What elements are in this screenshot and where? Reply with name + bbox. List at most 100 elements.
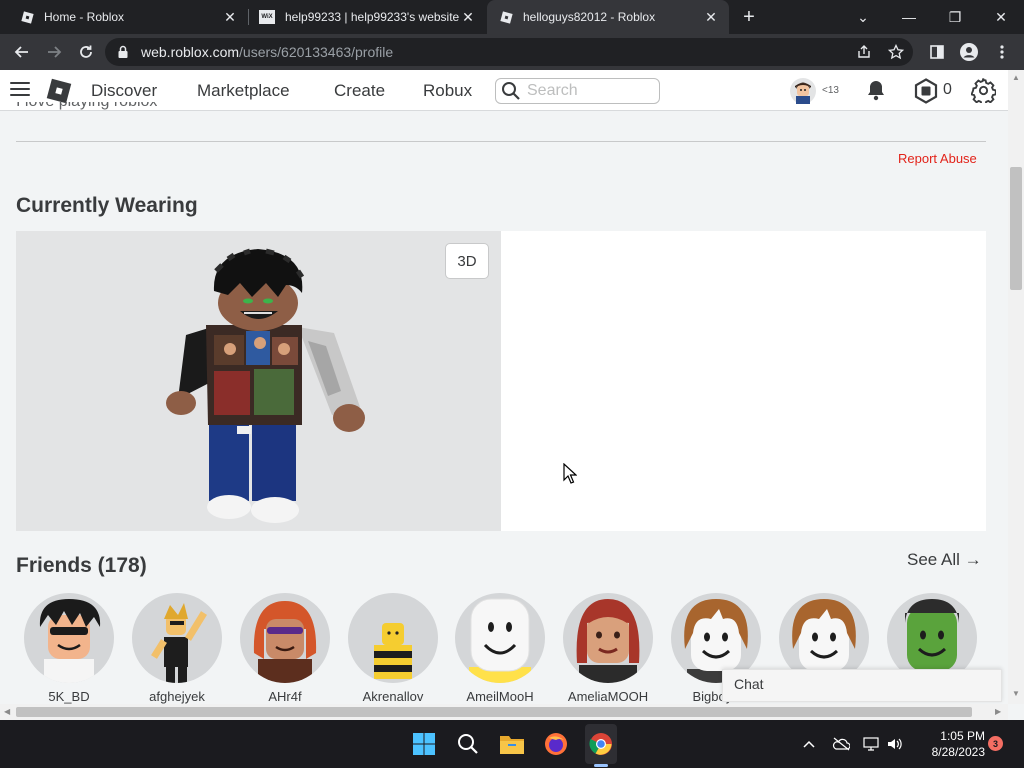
profile-status-text-partial: I love playing roblox [16,102,157,111]
minimize-button[interactable]: — [886,0,932,34]
friend-avatar [348,593,438,683]
windows-start-icon[interactable] [410,730,438,758]
profile-icon[interactable] [959,42,979,62]
friend-name: 5K_BD [48,689,90,704]
close-window-button[interactable]: ✕ [978,0,1024,34]
tab-title: helloguys82012 - Roblox [523,10,656,24]
nav-marketplace[interactable]: Marketplace [197,81,290,101]
taskbar-clock[interactable]: 1:05 PM 8/28/2023 [915,728,985,760]
search-box[interactable] [495,78,660,104]
horizontal-scroll-thumb[interactable] [16,707,972,717]
browser-toolbar: web.roblox.com/users/620133463/profile [0,34,1024,70]
new-tab-button[interactable]: + [737,5,761,29]
clock-time: 1:05 PM [940,729,985,743]
restore-button[interactable]: ❐ [932,0,978,34]
tab-close-icon[interactable]: ✕ [460,9,476,25]
file-explorer-icon[interactable] [498,730,526,758]
friend-name: AmeilMooH [466,689,534,704]
page-viewport: Discover Marketplace Create Robux <13 0 … [0,70,1024,720]
currently-wearing-panel: 3D [16,231,986,531]
avatar-render-pane[interactable]: 3D [16,231,501,531]
avatar-3d-figure [166,248,365,523]
tab-title: Home - Roblox [44,10,125,24]
friend-card[interactable]: 5K_BD [15,593,123,704]
wix-favicon-icon: WiX [259,10,275,24]
robux-icon[interactable] [913,78,939,104]
friend-card[interactable]: Akrenallov [339,593,447,704]
show-hidden-icons-chevron-icon[interactable] [800,735,818,753]
nav-discover[interactable]: Discover [91,81,157,101]
vertical-scroll-thumb[interactable] [1010,167,1022,290]
address-url: web.roblox.com/users/620133463/profile [141,44,394,60]
nav-create[interactable]: Create [334,81,385,101]
friend-card[interactable]: AHr4f [231,593,339,704]
vertical-scrollbar[interactable] [1008,70,1024,704]
tab-home-roblox[interactable]: Home - Roblox ✕ [0,0,248,34]
active-app-indicator [594,764,608,767]
friend-avatar [24,593,114,683]
friend-name: afghejyek [149,689,205,704]
friend-card[interactable]: AmeilMooH [446,593,554,704]
back-button[interactable] [10,40,34,64]
notification-bell-icon[interactable] [864,78,888,102]
friend-avatar [455,593,545,683]
notification-count-badge[interactable]: 3 [988,736,1003,751]
windows-taskbar: 1:05 PM 8/28/2023 3 [0,720,1024,768]
tab-close-icon[interactable]: ✕ [222,9,238,25]
roblox-favicon-icon [499,10,513,24]
friend-avatar [563,593,653,683]
back-arrow-icon [14,46,28,58]
age-bracket-label: <13 [822,85,839,96]
network-icon[interactable] [862,735,880,753]
reload-button[interactable] [74,40,98,64]
forward-button[interactable] [42,40,66,64]
onedrive-offline-icon[interactable] [832,735,850,753]
user-avatar-icon[interactable] [790,78,816,104]
friends-heading: Friends (178) [16,554,147,577]
currently-wearing-heading: Currently Wearing [16,194,198,217]
chat-bar[interactable]: Chat [722,669,1002,702]
roblox-favicon-icon [20,10,34,24]
tab-helloguys82012-roblox[interactable]: helloguys82012 - Roblox ✕ [487,0,729,34]
browser-menu-icon[interactable] [992,42,1012,62]
search-input[interactable] [527,82,647,100]
scroll-left-arrow-icon[interactable]: ◀ [4,707,10,716]
tab-close-icon[interactable]: ✕ [703,9,719,25]
forward-arrow-icon [48,46,62,58]
search-icon[interactable] [454,730,482,758]
section-divider [16,141,986,142]
friend-name: Akrenallov [362,689,424,704]
lock-icon [118,45,128,58]
browser-tab-strip: Home - Roblox ✕ WiX help99233 | help9923… [0,0,1024,34]
settings-gear-icon[interactable] [971,78,996,103]
robux-balance[interactable]: 0 [943,81,952,99]
friend-name: AHr4f [268,689,302,704]
tab-search-dropdown-icon[interactable]: ⌄ [840,0,886,34]
hamburger-menu-icon[interactable] [10,82,30,98]
nav-robux[interactable]: Robux [423,81,472,101]
mouse-pointer-icon [563,463,577,484]
see-all-friends-link[interactable]: See All → [907,550,982,570]
scroll-up-arrow-icon[interactable]: ▲ [1012,73,1020,82]
side-panel-icon[interactable] [927,42,947,62]
friend-card[interactable]: afghejyek [123,593,231,704]
address-bar[interactable]: web.roblox.com/users/620133463/profile [105,38,913,66]
volume-icon[interactable] [886,735,904,753]
tab-title: help99233 | help99233's website [285,10,460,24]
share-icon[interactable] [856,44,872,60]
friend-avatar [132,593,222,683]
clock-date: 8/28/2023 [931,745,985,759]
scroll-down-arrow-icon[interactable]: ▼ [1012,689,1020,698]
tab-help99233-website[interactable]: WiX help99233 | help99233's website ✕ [249,0,486,34]
bookmark-star-icon[interactable] [888,44,904,60]
friend-card[interactable]: AmeliaMOOH [554,593,662,704]
friend-avatar [240,593,330,683]
report-abuse-link[interactable]: Report Abuse [898,151,977,166]
reload-icon [80,45,92,58]
roblox-logo-icon[interactable] [45,77,73,105]
toggle-3d-button[interactable]: 3D [445,243,489,279]
firefox-icon[interactable] [542,730,570,758]
scroll-right-arrow-icon[interactable]: ▶ [995,707,1001,716]
friend-name: AmeliaMOOH [567,689,649,704]
chrome-icon[interactable] [587,730,615,758]
